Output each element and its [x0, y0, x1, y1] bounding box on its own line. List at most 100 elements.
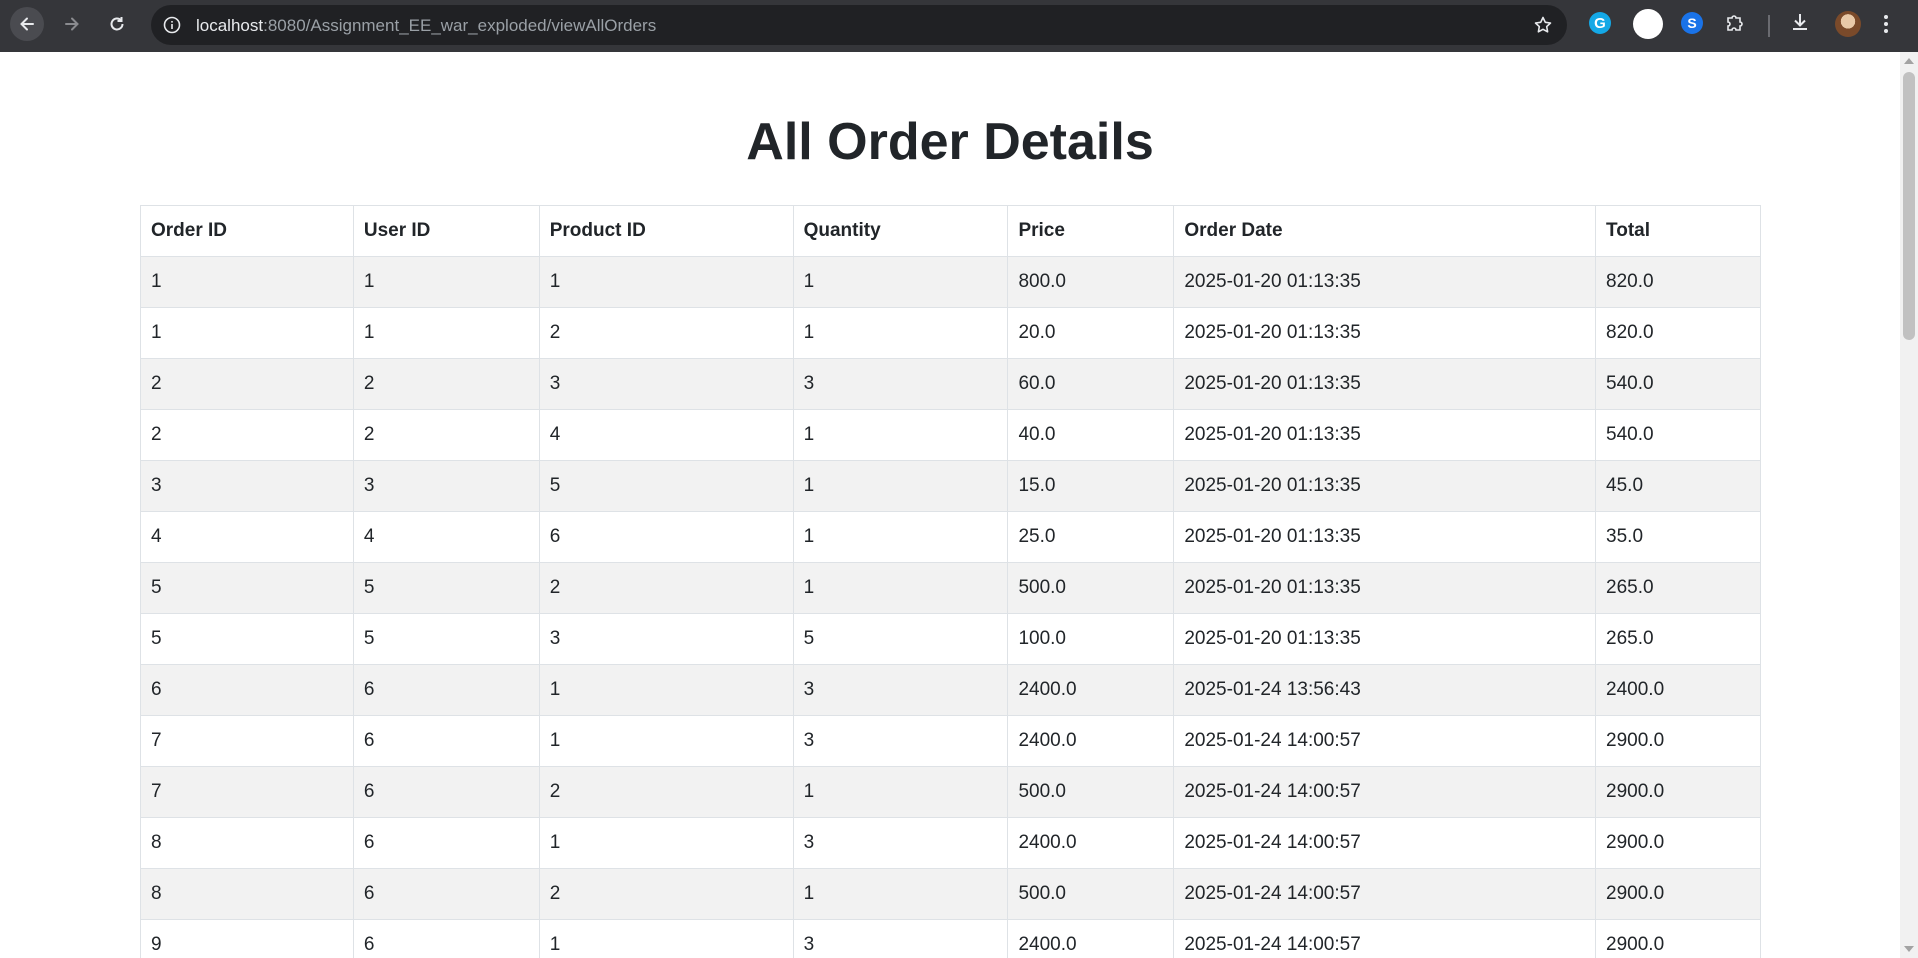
table-cell: 5 — [352, 562, 540, 614]
column-header: Order Date — [1173, 205, 1597, 257]
table-cell: 265.0 — [1595, 562, 1761, 614]
table-cell: 3 — [140, 460, 354, 512]
table-cell: 2900.0 — [1595, 766, 1761, 818]
table-cell: 5 — [140, 562, 354, 614]
scrollbar-thumb[interactable] — [1903, 72, 1915, 340]
scroll-down-arrow-icon[interactable] — [1904, 946, 1914, 952]
table-cell: 1 — [792, 409, 1009, 461]
table-cell: 8 — [140, 817, 354, 869]
toolbar-divider — [1768, 15, 1770, 37]
table-cell: 2400.0 — [1007, 715, 1175, 767]
site-info-icon[interactable] — [163, 16, 181, 39]
table-cell: 2025-01-20 01:13:35 — [1173, 562, 1597, 614]
grammarly-label: G — [1594, 14, 1606, 32]
table-cell: 35.0 — [1595, 511, 1761, 563]
table-cell: 3 — [352, 460, 540, 512]
table-cell: 540.0 — [1595, 358, 1761, 410]
vertical-scrollbar[interactable] — [1900, 52, 1918, 958]
table-cell: 3 — [792, 817, 1009, 869]
table-row: 6 6 1 3 2400.0 2025-01-24 13:56:43 2400.0 — [140, 664, 1761, 716]
table-body: 1 1 1 1 800.0 2025-01-20 01:13:35 820.0 1 1 2 1 20.… — [140, 256, 1761, 958]
table-row: 1 1 2 1 20.0 2025-01-20 01:13:35 820.0 — [140, 307, 1761, 359]
table-cell: 2900.0 — [1595, 919, 1761, 958]
table-cell: 2025-01-24 13:56:43 — [1173, 664, 1597, 716]
table-cell: 6 — [538, 511, 794, 563]
table-cell: 265.0 — [1595, 613, 1761, 665]
table-cell: 2 — [352, 409, 540, 461]
table-row: 5 5 3 5 100.0 2025-01-20 01:13:35 265.0 — [140, 613, 1761, 665]
column-header: Product ID — [538, 205, 794, 257]
table-cell: 2900.0 — [1595, 817, 1761, 869]
table-cell: 20.0 — [1007, 307, 1175, 359]
table-cell: 4 — [538, 409, 794, 461]
table-row: 3 3 5 1 15.0 2025-01-20 01:13:35 45.0 — [140, 460, 1761, 512]
table-cell: 100.0 — [1007, 613, 1175, 665]
table-cell: 540.0 — [1595, 409, 1761, 461]
table-cell: 1 — [538, 664, 794, 716]
extension-circle-icon[interactable] — [1633, 9, 1663, 39]
table-cell: 1 — [352, 256, 540, 308]
address-bar[interactable]: localhost:8080/Assignment_EE_war_explode… — [151, 5, 1567, 45]
shazam-extension-icon[interactable]: S — [1681, 12, 1703, 34]
table-cell: 800.0 — [1007, 256, 1175, 308]
table-cell: 5 — [538, 460, 794, 512]
url-text[interactable]: localhost:8080/Assignment_EE_war_explode… — [196, 16, 656, 36]
table-cell: 820.0 — [1595, 256, 1761, 308]
table-cell: 6 — [352, 919, 540, 958]
page-content: All Order Details Order ID User ID Product… — [0, 52, 1900, 958]
table-cell: 2025-01-20 01:13:35 — [1173, 256, 1597, 308]
table-header-row: Order ID User ID Product ID Quantity Price Or… — [140, 205, 1761, 257]
table-cell: 1 — [792, 562, 1009, 614]
table-cell: 5 — [792, 613, 1009, 665]
table-cell: 4 — [140, 511, 354, 563]
table-cell: 2400.0 — [1007, 817, 1175, 869]
url-path: :8080/Assignment_EE_war_exploded/viewAll… — [263, 16, 657, 35]
table-row: 4 4 6 1 25.0 2025-01-20 01:13:35 35.0 — [140, 511, 1761, 563]
back-button[interactable] — [10, 7, 44, 41]
table-cell: 1 — [792, 256, 1009, 308]
forward-button[interactable] — [55, 7, 89, 41]
table-row: 1 1 1 1 800.0 2025-01-20 01:13:35 820.0 — [140, 256, 1761, 308]
table-cell: 1 — [140, 307, 354, 359]
download-icon[interactable] — [1789, 11, 1811, 38]
table-cell: 5 — [352, 613, 540, 665]
table-cell: 2025-01-20 01:13:35 — [1173, 511, 1597, 563]
arrow-left-icon — [20, 17, 34, 31]
table-cell: 1 — [538, 256, 794, 308]
table-cell: 3 — [792, 715, 1009, 767]
table-cell: 6 — [352, 868, 540, 920]
bookmark-star-icon[interactable] — [1533, 15, 1553, 40]
table-cell: 1 — [792, 511, 1009, 563]
table-cell: 2025-01-20 01:13:35 — [1173, 409, 1597, 461]
table-cell: 3 — [792, 664, 1009, 716]
reload-icon — [110, 17, 124, 31]
table-cell: 6 — [352, 817, 540, 869]
table-cell: 500.0 — [1007, 868, 1175, 920]
table-cell: 2400.0 — [1007, 664, 1175, 716]
table-cell: 60.0 — [1007, 358, 1175, 410]
table-cell: 1 — [792, 460, 1009, 512]
table-cell: 2025-01-24 14:00:57 — [1173, 817, 1597, 869]
table-cell: 2400.0 — [1595, 664, 1761, 716]
reload-button[interactable] — [100, 7, 134, 41]
more-menu-icon[interactable] — [1882, 13, 1890, 40]
table-cell: 2 — [538, 766, 794, 818]
table-cell: 4 — [352, 511, 540, 563]
column-header: User ID — [352, 205, 540, 257]
table-cell: 1 — [538, 715, 794, 767]
table-cell: 15.0 — [1007, 460, 1175, 512]
profile-avatar[interactable] — [1835, 11, 1861, 37]
table-cell: 500.0 — [1007, 562, 1175, 614]
table-cell: 5 — [140, 613, 354, 665]
table-cell: 2 — [140, 409, 354, 461]
column-header: Order ID — [140, 205, 354, 257]
table-cell: 2900.0 — [1595, 868, 1761, 920]
scroll-up-arrow-icon[interactable] — [1904, 58, 1914, 64]
table-cell: 9 — [140, 919, 354, 958]
grammarly-extension-icon[interactable]: G — [1589, 12, 1611, 34]
table-row: 5 5 2 1 500.0 2025-01-20 01:13:35 265.0 — [140, 562, 1761, 614]
browser-toolbar: localhost:8080/Assignment_EE_war_explode… — [0, 0, 1918, 52]
table-cell: 500.0 — [1007, 766, 1175, 818]
extensions-puzzle-icon[interactable] — [1724, 12, 1746, 39]
table-cell: 1 — [792, 766, 1009, 818]
